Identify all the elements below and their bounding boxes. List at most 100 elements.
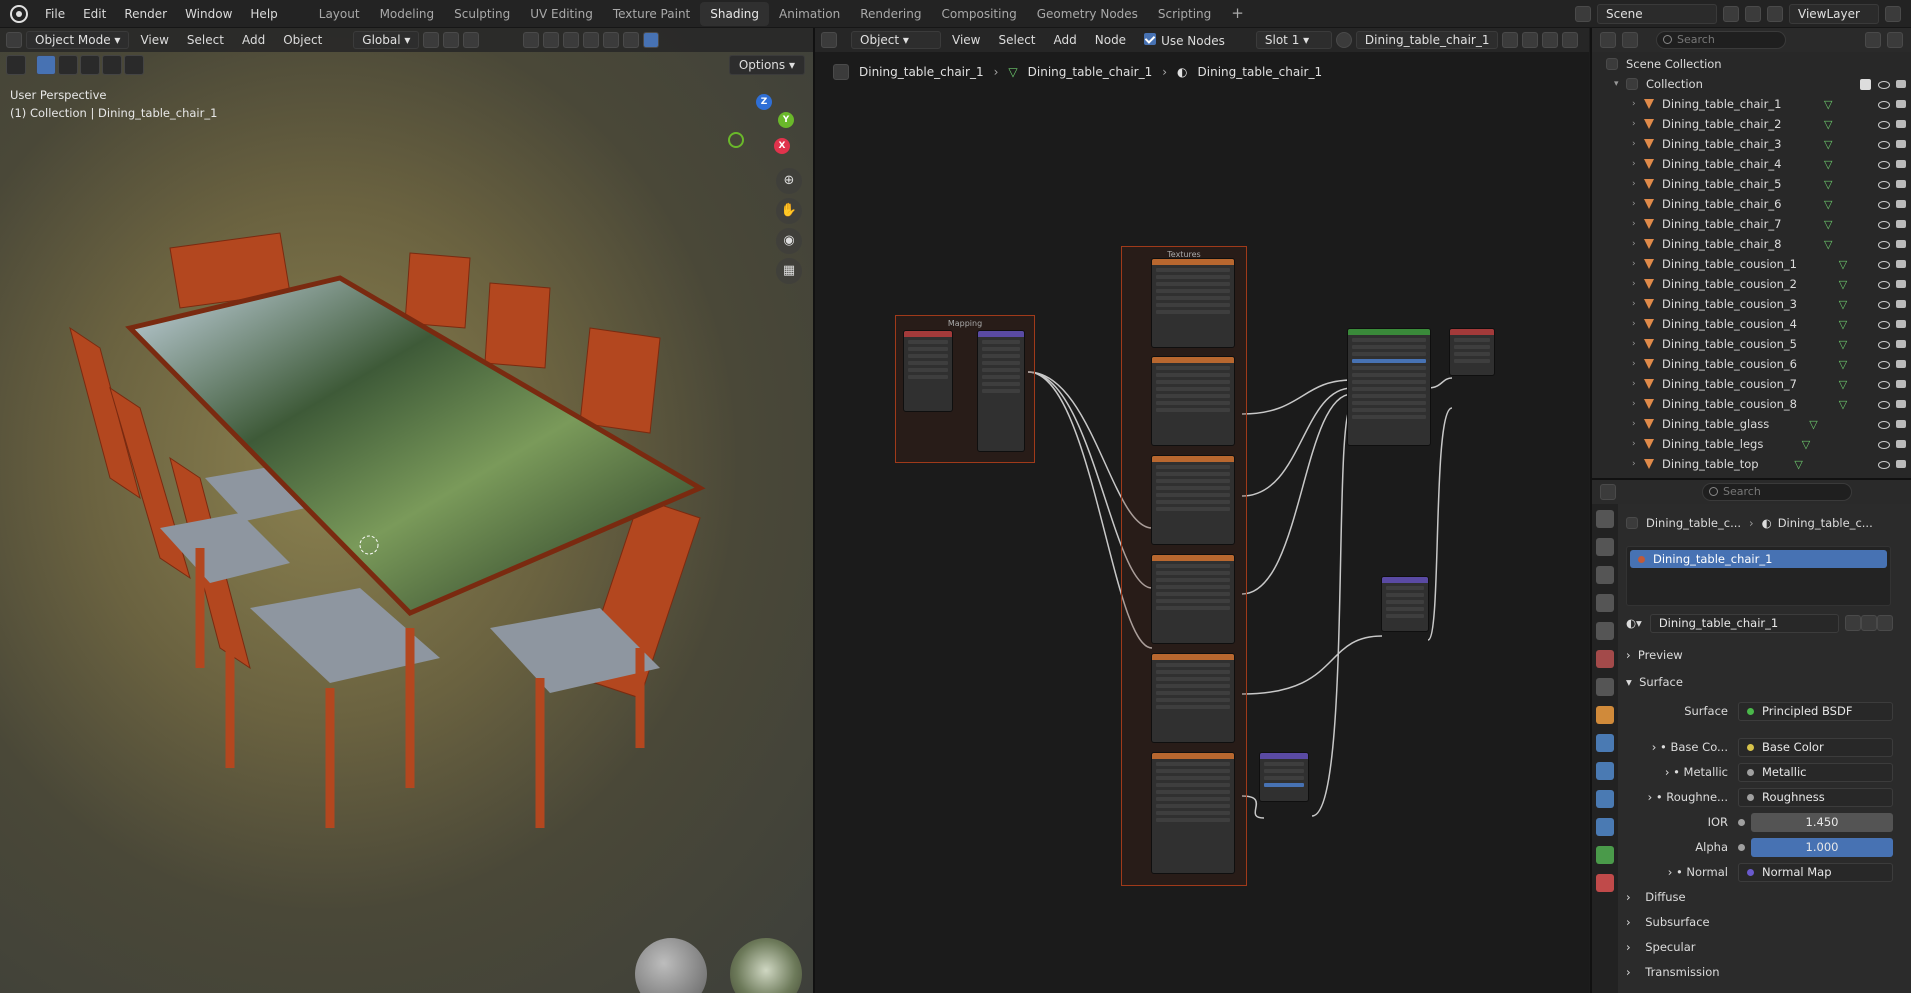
scene-collection-row[interactable]: Scene Collection [1592,54,1911,74]
snap-icon[interactable] [443,32,460,48]
navigation-gizmo[interactable]: Z Y X [722,90,802,170]
render-camera-icon[interactable] [1895,138,1907,150]
eye-icon[interactable] [1877,98,1890,110]
properties-type-icon[interactable] [1600,484,1616,500]
select-invert-icon[interactable] [102,55,122,75]
eye-icon[interactable] [1877,178,1890,190]
3d-viewport[interactable]: Object Mode ▾ View Select Add Object Glo… [0,28,813,993]
filter-icon[interactable] [1865,32,1881,48]
expand-icon[interactable]: › [1632,399,1644,409]
exclude-checkbox[interactable] [1860,78,1871,90]
duplicate-material-icon[interactable] [1861,615,1877,631]
outliner-item[interactable]: › Dining_table_cousion_2 ▽ [1592,274,1911,294]
render-camera-icon[interactable] [1895,378,1907,390]
outliner-item[interactable]: › Dining_table_chair_6 ▽ [1592,194,1911,214]
new-scene-icon[interactable] [1723,6,1739,22]
mesh-data-icon[interactable]: ▽ [1839,298,1847,311]
eye-icon[interactable] [1877,318,1890,330]
options-button[interactable]: Options ▾ [728,55,805,75]
render-camera-icon[interactable] [1895,298,1907,310]
view-layer-icon[interactable] [1767,6,1783,22]
expand-icon[interactable]: › [1632,199,1644,209]
eye-icon[interactable] [1877,378,1890,390]
expand-icon[interactable]: › [1632,459,1644,469]
eye-icon[interactable] [1877,278,1890,290]
scene-field[interactable]: Scene [1597,4,1717,24]
render-camera-icon[interactable] [1895,418,1907,430]
eye-icon[interactable] [1877,418,1890,430]
neg-y-axis-icon[interactable] [728,132,744,148]
expand-icon[interactable]: › [1632,439,1644,449]
orientation-dropdown[interactable]: Global ▾ [353,31,420,49]
render-camera-icon[interactable] [1895,238,1907,250]
render-camera-icon[interactable] [1895,98,1907,110]
visibility-icon[interactable] [523,32,540,48]
outliner-item[interactable]: › Dining_table_chair_1 ▽ [1592,94,1911,114]
outliner-item[interactable]: › Dining_table_cousion_7 ▽ [1592,374,1911,394]
mode-dropdown[interactable]: Object Mode ▾ [26,31,130,49]
outliner-item[interactable]: › Dining_table_legs ▽ [1592,434,1911,454]
material-datablock-field[interactable]: Dining_table_chair_1 [1649,613,1839,633]
outliner-item[interactable]: › Dining_table_cousion_3 ▽ [1592,294,1911,314]
eye-icon[interactable] [1877,118,1890,130]
tab-rendering[interactable]: Rendering [850,2,931,26]
alpha-slider[interactable]: 1.000 [1751,837,1893,857]
outliner-item[interactable]: › Dining_table_cousion_6 ▽ [1592,354,1911,374]
mesh-data-icon[interactable]: ▽ [1839,278,1847,291]
tab-geometry-nodes[interactable]: Geometry Nodes [1027,2,1148,26]
eye-icon[interactable] [1877,358,1890,370]
render-camera-icon[interactable] [1895,458,1907,470]
render-camera-icon[interactable] [1895,118,1907,130]
solid-shading-icon[interactable] [623,32,640,48]
render-camera-icon[interactable] [1895,398,1907,410]
displacement-texture-node[interactable] [1151,653,1235,743]
expand-icon[interactable]: › [1632,179,1644,189]
normal-map-node[interactable] [1259,752,1309,802]
modifier-tab-icon[interactable] [1596,734,1614,752]
render-camera-icon[interactable] [1895,318,1907,330]
normal-field[interactable]: Normal Map [1738,862,1893,882]
eye-icon[interactable] [1877,258,1890,270]
xray-icon[interactable] [583,32,600,48]
eye-icon[interactable] [1877,198,1890,210]
collection-row[interactable]: ▾ Collection [1592,74,1911,94]
collection-tab-icon[interactable] [1596,678,1614,696]
expand-icon[interactable]: › [1632,239,1644,249]
mesh-data-icon[interactable]: ▽ [1824,218,1832,231]
view-layer-tab-icon[interactable] [1596,594,1614,612]
data-tab-icon[interactable] [1596,846,1614,864]
render-camera-icon[interactable] [1895,178,1907,190]
expand-icon[interactable]: › [1632,299,1644,309]
normal-texture-node[interactable] [1151,752,1235,874]
object-tab-icon[interactable] [1596,706,1614,724]
expand-icon[interactable]: › [1632,159,1644,169]
mesh-data-icon[interactable]: ▽ [1824,158,1832,171]
viewport-menu-add[interactable]: Add [235,33,272,47]
material-shading-icon[interactable] [643,32,660,48]
mesh-data-icon[interactable]: ▽ [1809,418,1817,431]
select-intersect-icon[interactable] [124,55,144,75]
subsurface-panel-header[interactable]: › Subsurface [1626,915,1710,929]
expand-icon[interactable]: › [1632,99,1644,109]
render-camera-icon[interactable] [1895,198,1907,210]
x-axis-icon[interactable]: X [774,138,790,154]
expand-icon[interactable]: › [1632,419,1644,429]
tab-shading[interactable]: Shading [700,1,769,26]
menu-edit[interactable]: Edit [74,7,115,21]
base-color-texture-node[interactable] [1151,356,1235,446]
base-color-field[interactable]: Base Color [1738,737,1893,757]
mesh-data-icon[interactable]: ▽ [1839,398,1847,411]
expand-icon[interactable]: › [1632,339,1644,349]
render-camera-icon[interactable] [1895,258,1907,270]
mesh-data-icon[interactable]: ▽ [1824,138,1832,151]
new-collection-icon[interactable] [1887,32,1903,48]
outliner-search-input[interactable]: Search [1656,31,1786,49]
transmission-panel-header[interactable]: › Transmission [1626,965,1720,979]
select-new-icon[interactable] [36,55,56,75]
scene-icon[interactable] [1575,6,1591,22]
roughness-field[interactable]: Roughness [1738,787,1893,807]
tab-texture-paint[interactable]: Texture Paint [603,2,700,26]
tab-layout[interactable]: Layout [309,2,370,26]
outliner-item[interactable]: › Dining_table_cousion_5 ▽ [1592,334,1911,354]
material-output-node[interactable] [1449,328,1495,376]
